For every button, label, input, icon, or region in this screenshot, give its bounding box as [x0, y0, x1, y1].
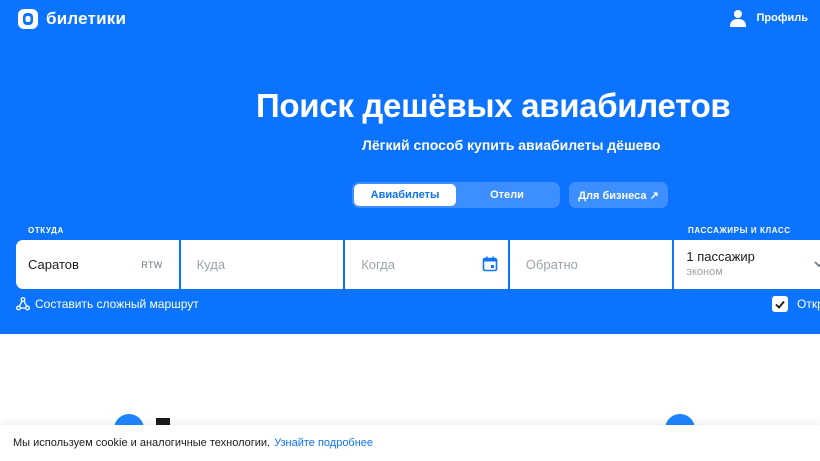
to-field[interactable]	[180, 240, 344, 289]
when-input[interactable]	[361, 240, 472, 289]
open-checkbox-label: Откр	[797, 297, 820, 311]
passengers-label: ПАССАЖИРЫ И КЛАСС	[688, 226, 791, 235]
complex-route-label: Составить сложный маршрут	[35, 297, 199, 311]
logo-text: билетики	[46, 9, 127, 28]
search-type-tabs: Авиабилеты Отели	[352, 182, 560, 208]
return-field[interactable]	[509, 240, 673, 289]
cookie-text: Мы используем cookie и аналогичные техно…	[13, 437, 271, 449]
business-button[interactable]: Для бизнеса ↗	[569, 182, 668, 208]
logo[interactable]: билетики	[17, 8, 126, 30]
search-form: RTW 1 пассажир эконом	[16, 240, 820, 289]
cookie-banner: Мы используем cookie и аналогичные техно…	[0, 425, 820, 461]
route-icon	[16, 297, 30, 311]
user-icon	[729, 10, 746, 27]
when-field[interactable]	[345, 240, 508, 289]
travel-class: эконом	[686, 266, 723, 278]
check-icon	[775, 300, 785, 309]
open-option-checkbox[interactable]: Откр	[772, 296, 820, 312]
page-subtitle: Лёгкий способ купить авиабилеты дёшево	[362, 137, 661, 153]
profile-label: Профиль	[756, 12, 808, 24]
from-field[interactable]: RTW	[16, 240, 179, 289]
complex-route-link[interactable]: Составить сложный маршрут	[16, 297, 199, 311]
cookie-more-link[interactable]: Узнайте подробнее	[274, 437, 373, 449]
passengers-field[interactable]: 1 пассажир эконом	[674, 240, 820, 289]
airport-code: RTW	[141, 260, 163, 270]
page-title: Поиск дешёвых авиабилетов	[256, 87, 731, 124]
to-input[interactable]	[196, 240, 307, 289]
hero-banner: билетики Профиль Поиск дешёвых авиабилет…	[0, 0, 820, 334]
checkbox[interactable]	[772, 296, 788, 312]
return-input[interactable]	[525, 240, 636, 289]
ticket-logo-icon	[18, 9, 38, 29]
tab-flights[interactable]: Авиабилеты	[354, 184, 456, 206]
passengers-count: 1 пассажир	[686, 249, 755, 264]
profile-button[interactable]: Профиль	[729, 9, 808, 27]
from-input[interactable]	[28, 240, 138, 289]
chevron-down-icon	[814, 261, 820, 268]
from-label: ОТКУДА	[28, 226, 64, 235]
tab-hotels[interactable]: Отели	[456, 184, 558, 206]
calendar-icon[interactable]	[482, 256, 498, 272]
